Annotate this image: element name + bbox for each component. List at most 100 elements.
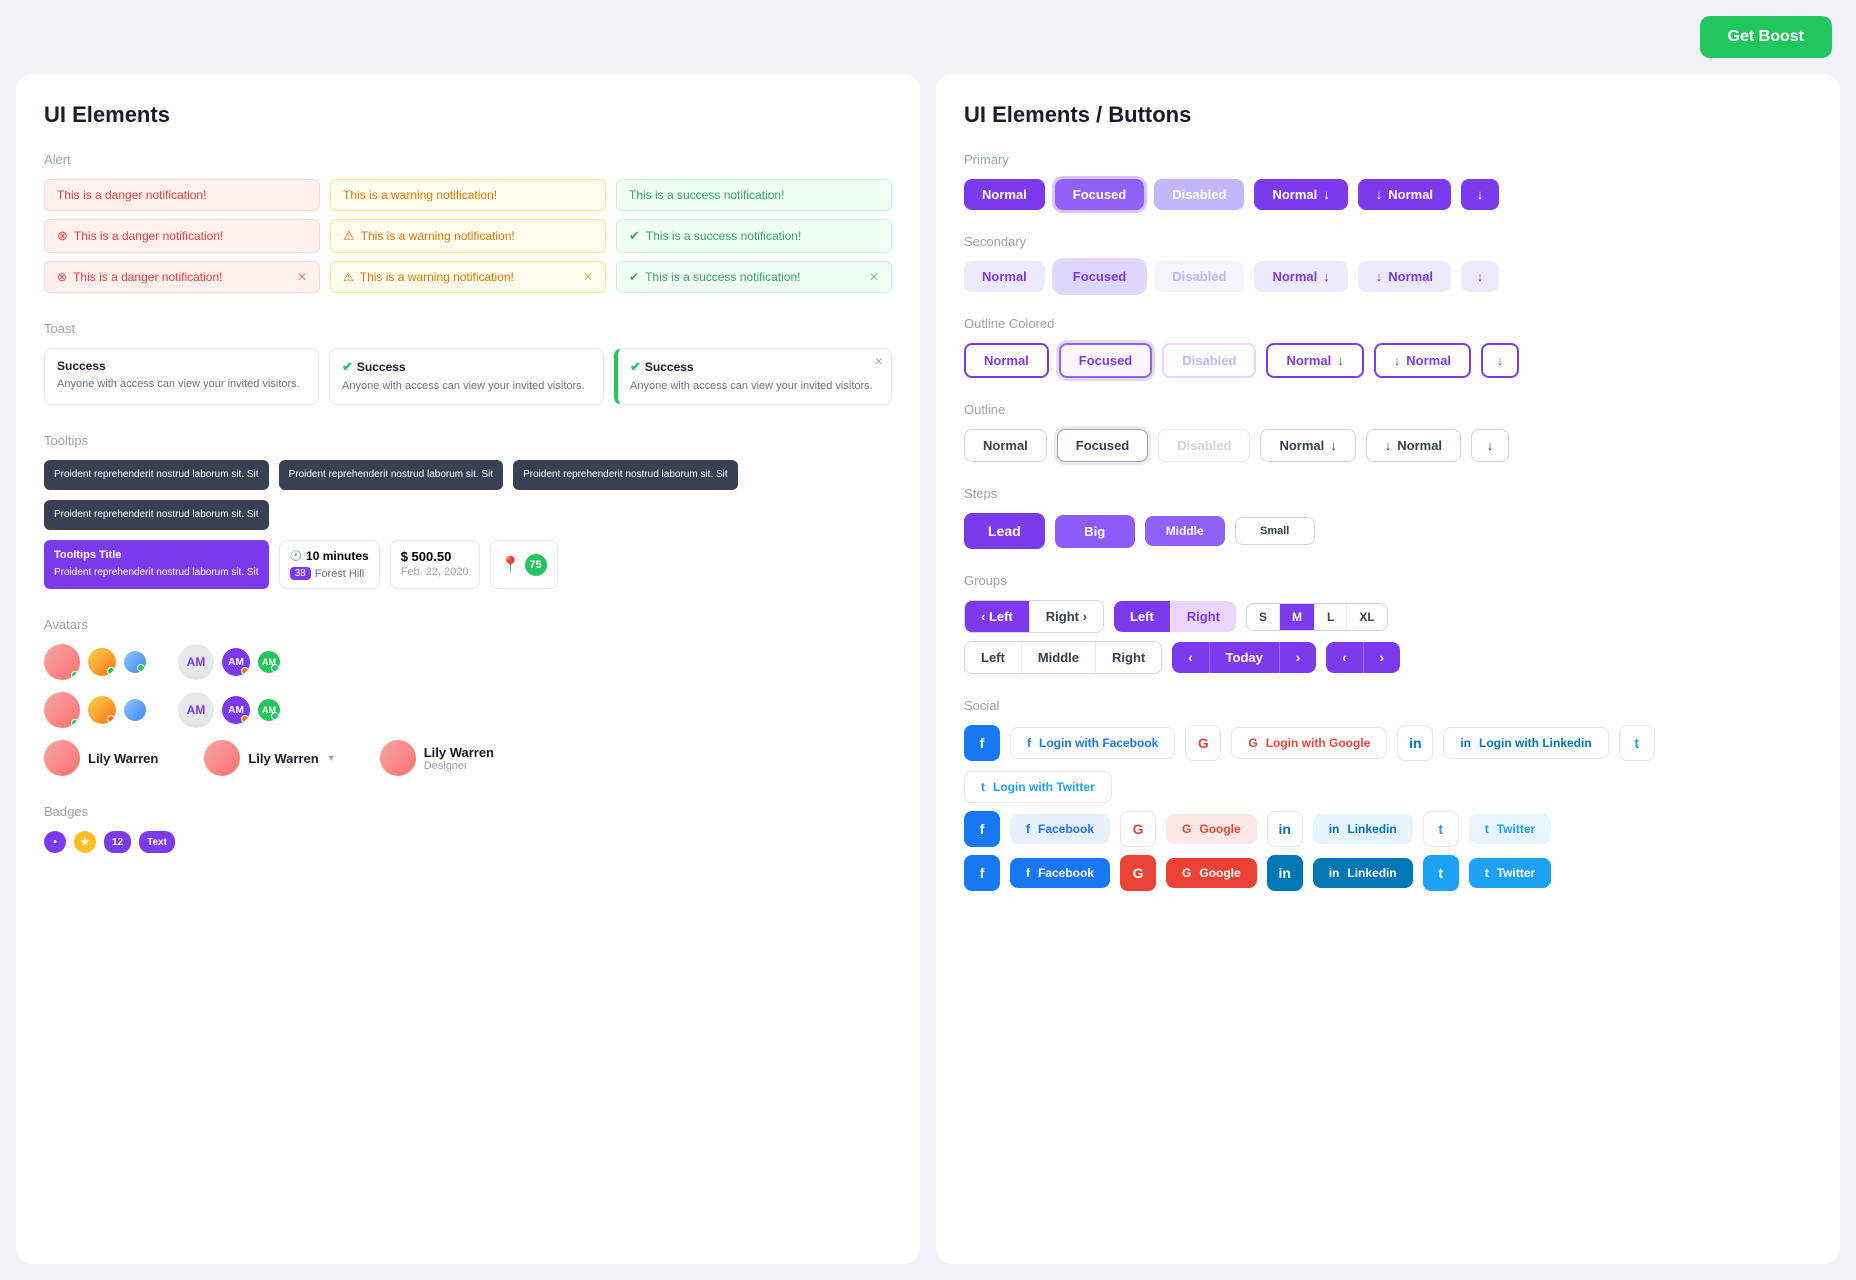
toast-check-icon: ✔	[342, 359, 353, 375]
step-lead-btn[interactable]: Lead	[964, 513, 1045, 549]
primary-icon-only-btn[interactable]: ↓	[1461, 179, 1499, 210]
social-g-login-btn[interactable]: G Login with Google	[1231, 727, 1387, 759]
size-s-btn[interactable]: S	[1247, 604, 1279, 630]
social-fb-icon-btn[interactable]: f	[964, 725, 1000, 761]
alert-close-danger[interactable]: ✕	[297, 270, 307, 284]
social-g-tinted-btn[interactable]: G Google	[1166, 814, 1257, 844]
avatar-photo-3	[124, 651, 146, 673]
tooltip-price: $ 500.50 Feb. 22, 2020	[390, 540, 480, 589]
group-arrow-right-btn[interactable]: ›	[1363, 642, 1400, 673]
social-li-tinted-icon-btn[interactable]: in	[1267, 811, 1303, 847]
social-li-tinted-btn[interactable]: in Linkedin	[1313, 814, 1413, 844]
outline-icon-right-btn[interactable]: Normal ↓	[1260, 429, 1355, 462]
group-filled-right-btn[interactable]: Right	[1170, 601, 1236, 632]
step-big-btn[interactable]: Big	[1055, 515, 1135, 548]
avatar-initials-am-xs: AM	[258, 651, 280, 673]
social-g-tinted-icon-btn[interactable]: G	[1120, 811, 1156, 847]
groups-label: Groups	[964, 573, 1812, 588]
group-lmr: Left Middle Right	[964, 641, 1162, 674]
social-tw-tinted-btn[interactable]: t Twitter	[1469, 814, 1551, 844]
social-g-icon-btn[interactable]: G	[1185, 725, 1221, 761]
outline-colored-normal-btn[interactable]: Normal	[964, 343, 1049, 378]
group-lmr-right-btn[interactable]: Right	[1095, 642, 1161, 673]
primary-focused-btn[interactable]: Focused	[1055, 179, 1144, 210]
alert-row-2: ⊗ This is a danger notification! ⚠ This …	[44, 219, 892, 253]
social-tw-icon-btn[interactable]: t	[1619, 725, 1655, 761]
secondary-focused-btn[interactable]: Focused	[1055, 261, 1144, 292]
group-right-btn[interactable]: Right ›	[1029, 601, 1103, 632]
tooltip-location-text: Forest Hill	[315, 568, 365, 580]
social-li-filled-icon-btn[interactable]: in	[1267, 855, 1303, 891]
social-li-icon-btn[interactable]: in	[1397, 725, 1433, 761]
group-filled-left-btn[interactable]: Left	[1114, 601, 1170, 632]
avatar-face-lily-3	[380, 740, 416, 776]
fb-tinted-icon: f	[1026, 822, 1030, 836]
primary-icon-right-btn[interactable]: Normal ↓	[1254, 179, 1347, 210]
outline-icon-left-btn[interactable]: ↓ Normal	[1366, 429, 1461, 462]
alert-close-warning[interactable]: ✕	[583, 270, 593, 284]
outline-colored-icon-right-btn[interactable]: Normal ↓	[1266, 343, 1363, 378]
social-fb-filled-icon-btn[interactable]: f	[964, 855, 1000, 891]
social-tw-filled-icon-btn[interactable]: t	[1423, 855, 1459, 891]
secondary-btn-row: Normal Focused Disabled Normal ↓ ↓ Norma…	[964, 261, 1812, 292]
get-boost-button[interactable]: Get Boost	[1700, 16, 1832, 58]
group-today-btn[interactable]: Today	[1209, 642, 1279, 673]
tooltips-section-label: Tooltips	[44, 433, 892, 448]
social-li-filled-btn[interactable]: in Linkedin	[1313, 858, 1413, 888]
secondary-label: Secondary	[964, 234, 1812, 249]
toast-plain-body: Anyone with access can view your invited…	[57, 377, 306, 392]
group-left-btn[interactable]: ‹ Left	[965, 601, 1029, 632]
group-lmr-middle-btn[interactable]: Middle	[1021, 642, 1095, 673]
li-tinted-icon: in	[1329, 822, 1340, 836]
download-icon-oc2: ↓	[1394, 353, 1401, 368]
outline-colored-icon-left-btn[interactable]: ↓ Normal	[1374, 343, 1471, 378]
toast-section: Toast Success Anyone with access can vie…	[44, 321, 892, 405]
avatar-mixed-1	[44, 692, 80, 728]
primary-icon-left-btn[interactable]: ↓ Normal	[1358, 179, 1451, 210]
social-tw-filled-btn[interactable]: t Twitter	[1469, 858, 1551, 888]
social-tw-tinted-icon-btn[interactable]: t	[1423, 811, 1459, 847]
group-today-next-btn[interactable]: ›	[1279, 642, 1316, 673]
badge-dot: •	[44, 831, 66, 853]
tooltip-3: Proident reprehenderit nostrud laborum s…	[513, 460, 738, 490]
secondary-normal-btn[interactable]: Normal	[964, 261, 1045, 292]
outline-normal-btn[interactable]: Normal	[964, 429, 1047, 462]
social-fb-login-btn[interactable]: f Login with Facebook	[1010, 727, 1175, 759]
toast-section-label: Toast	[44, 321, 892, 336]
outline-icon-only-btn[interactable]: ↓	[1471, 429, 1509, 462]
secondary-icon-only-btn[interactable]: ↓	[1461, 261, 1499, 292]
alert-close-success[interactable]: ✕	[869, 270, 879, 284]
step-small-btn[interactable]: Small	[1235, 517, 1315, 545]
social-g-filled-btn[interactable]: G Google	[1166, 858, 1257, 888]
social-fb-filled-btn[interactable]: f Facebook	[1010, 858, 1110, 888]
step-middle-btn[interactable]: Middle	[1145, 516, 1225, 546]
toast-close-icon[interactable]: ✕	[875, 357, 883, 368]
social-tw-login-btn[interactable]: t Login with Twitter	[964, 771, 1112, 803]
group-left-right-filled: Left Right	[1114, 601, 1236, 632]
tooltip-time-row: 🕐 10 minutes	[290, 549, 369, 563]
download-icon-2: ↓	[1376, 187, 1383, 202]
secondary-icon-right-btn[interactable]: Normal ↓	[1254, 261, 1347, 292]
outline-colored-icon-only-btn[interactable]: ↓	[1481, 343, 1519, 378]
group-arrow-left-btn[interactable]: ‹	[1326, 642, 1362, 673]
social-label: Social	[964, 698, 1812, 713]
outline-focused-btn[interactable]: Focused	[1057, 429, 1148, 462]
size-m-btn[interactable]: M	[1279, 604, 1314, 630]
avatar-mixed-am-xs: AM	[258, 699, 280, 721]
social-fb-tinted-icon-btn[interactable]: f	[964, 811, 1000, 847]
primary-normal-btn[interactable]: Normal	[964, 179, 1045, 210]
group-lmr-left-btn[interactable]: Left	[965, 642, 1021, 673]
social-g-filled-icon-btn[interactable]: G	[1120, 855, 1156, 891]
size-l-btn[interactable]: L	[1314, 604, 1346, 630]
chevron-down-icon[interactable]: ▾	[329, 753, 334, 764]
outline-colored-focused-btn[interactable]: Focused	[1059, 343, 1152, 378]
alert-success-light: This is a success notification!	[616, 179, 892, 211]
alert-danger-icon: ⊗ This is a danger notification!	[44, 219, 320, 253]
size-xl-btn[interactable]: XL	[1346, 604, 1386, 630]
group-today-prev-btn[interactable]: ‹	[1172, 642, 1208, 673]
alert-section-label: Alert	[44, 152, 892, 167]
social-fb-tinted-btn[interactable]: f Facebook	[1010, 814, 1110, 844]
secondary-icon-left-btn[interactable]: ↓ Normal	[1358, 261, 1451, 292]
social-li-login-btn[interactable]: in Login with Linkedin	[1443, 727, 1608, 759]
social-row-tinted: f f Facebook G G Google in in Linkedin t…	[964, 811, 1812, 847]
